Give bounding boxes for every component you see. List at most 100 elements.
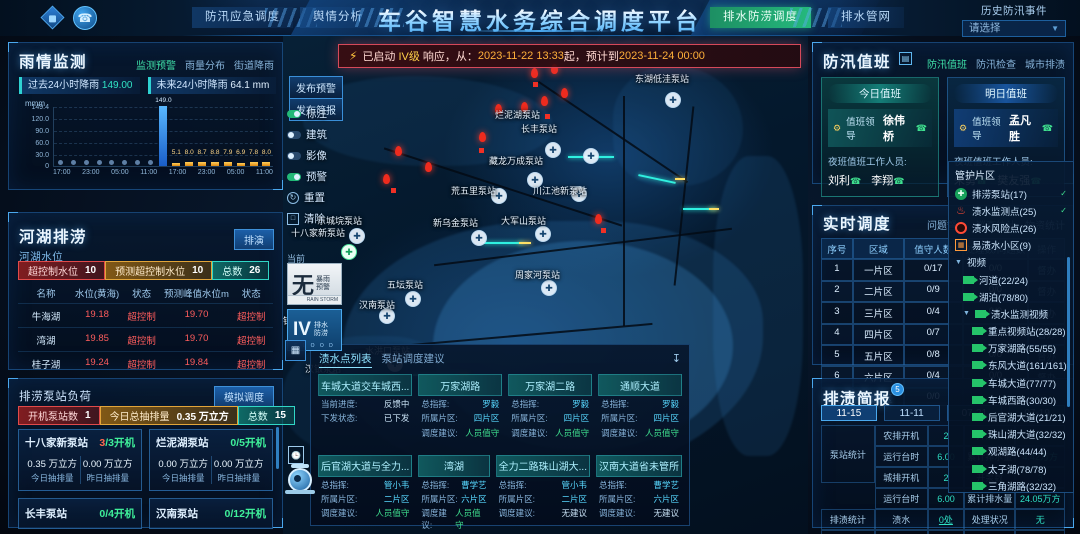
map-label-station: 东湖低洼泵站: [635, 74, 690, 84]
map-pin-station[interactable]: ✚: [471, 230, 487, 246]
rainstorm-warning-badge: 无 暴雨 预警 RAIN STORM: [287, 263, 342, 305]
camera-icon: [972, 327, 987, 336]
tab-city-drainage[interactable]: 城市排渍: [1025, 56, 1065, 71]
tab-flood-point-list[interactable]: 渍水点列表: [319, 351, 372, 368]
field-key: 总指挥:: [421, 479, 450, 490]
flood-badge-sub1: 排水: [313, 321, 328, 329]
legend-group-flood-video[interactable]: ▼ 渍水监测视频: [955, 305, 1073, 322]
map-legend-panel[interactable]: 管护片区 ✚ 排涝泵站(17) ✓ ♨ 渍水监测点(25) ✓ 渍水风险点(26…: [948, 161, 1074, 493]
brief-key: 城排开机: [874, 467, 928, 488]
history-event-dropdown[interactable]: 请选择 ▼: [962, 20, 1066, 37]
map-toggle-markers-label: 标注: [306, 108, 327, 120]
map-pin-station[interactable]: ✚: [535, 226, 551, 242]
phone-circle-icon[interactable]: ☎: [73, 6, 97, 30]
calendar-icon[interactable]: ▤: [899, 52, 912, 65]
pump-station-card[interactable]: 烂泥湖泵站 0/5开机 0.00 万立方 今日抽排量 0.00 万立方 昨日抽排…: [149, 429, 273, 491]
legend-item-label: 渍水监测点(25): [972, 206, 1037, 218]
phone-icon[interactable]: ☎: [916, 123, 927, 134]
map-toggle-markers[interactable]: 标注: [287, 106, 327, 121]
flood-point-card[interactable]: 湾湖 总指挥: 曹学艺 所属片区: 六片区 调度建议: 人员值守: [418, 454, 490, 532]
legend-item-checheng-west[interactable]: 车城西路(30/30): [955, 391, 1073, 408]
field-key: 调度建议:: [601, 427, 638, 438]
simulate-dispatch-button[interactable]: 模拟调度: [214, 386, 274, 407]
pump-station-card[interactable]: 十八家新泵站 3/3开机 0.35 万立方 今日抽排量 0.00 万立方 昨日抽…: [18, 429, 142, 491]
tab-street-rain[interactable]: 街道降雨: [234, 57, 274, 72]
table-row[interactable]: 桂子湖 19.24 超控制 19.84 超控制: [18, 351, 273, 375]
legend-item-risk-point[interactable]: 渍水风险点(26): [955, 219, 1073, 236]
flood-point-card[interactable]: 全力二路珠山湖大... 总指挥: 管小韦 所属片区: 二片区 调度建议: 无建议: [495, 454, 590, 532]
legend-item-lake-video[interactable]: 湖泊(78/80): [955, 288, 1073, 305]
river-table-header: 名称 水位(黄海) 状态 预测峰值水位m 状态: [18, 285, 273, 303]
map-pin-pump-active[interactable]: ✚: [341, 244, 357, 260]
today-night-names: 刘利☎ 李翔☎: [828, 172, 932, 188]
pump-station-card[interactable]: 长丰泵站 0/4开机: [18, 498, 142, 529]
legend-item-key-video[interactable]: 重点视频站(28/28): [955, 323, 1073, 340]
legend-item-guanhu-road[interactable]: 观湖路(44/44): [955, 443, 1073, 460]
map-layers-button[interactable]: ▦: [285, 340, 306, 361]
tomorrow-duty-lead: ⚙ 值班领导 孟凡胜 ☎: [954, 109, 1058, 147]
brief-date-tab[interactable]: 11-15: [821, 405, 877, 421]
map-pin-station[interactable]: ✚: [665, 92, 681, 108]
flood-point-card[interactable]: 通顺大道 总指挥: 罗毅 所属片区: 四片区 调度建议: 人员值守: [598, 374, 682, 439]
legend-item-zhushanhu-ave[interactable]: 珠山湖大道(32/32): [955, 426, 1073, 443]
legend-item-taizihu[interactable]: 太子湖(78/78): [955, 460, 1073, 477]
flood-point-card[interactable]: 万家湖路 总指挥: 罗毅 所属片区: 四片区 调度建议: 人员值守: [418, 374, 503, 439]
today-duty-header: 今日值班: [828, 84, 932, 103]
pump-station-card[interactable]: 汉南泵站 0/12开机: [149, 498, 273, 529]
future-24h-rain-value: 64.1 mm: [230, 80, 270, 91]
pump-list-scrollbar[interactable]: [276, 427, 279, 469]
legend-group-video[interactable]: ▼ 视频: [955, 254, 1073, 271]
map-pin-station[interactable]: ✚: [349, 228, 365, 244]
tab-monitor-warning[interactable]: 监测预警: [136, 57, 176, 72]
legend-item-dongfeng-ave[interactable]: 东风大道(161/161): [955, 357, 1073, 374]
legend-item-checheng-ave[interactable]: 车城大道(77/77): [955, 374, 1073, 391]
tab-rain-distribution[interactable]: 雨量分布: [185, 57, 225, 72]
flood-point-card[interactable]: 车城大道交车城西... 当前进度: 反馈中 下发状态: 已下发: [318, 374, 413, 439]
tab-pump-suggestion[interactable]: 泵站调度建议: [382, 351, 445, 368]
field-key: 所属片区:: [421, 413, 458, 424]
map-pin-station[interactable]: ✚: [405, 291, 421, 307]
map-toggle-buildings[interactable]: 建筑: [287, 127, 327, 142]
legend-item-sanjiaohu-road[interactable]: 三角湖路(32/32): [955, 477, 1073, 492]
tab-flood-inspect[interactable]: 防汛检查: [976, 56, 1016, 71]
brief-group-work: 工情统计: [821, 530, 875, 534]
download-icon[interactable]: ↧: [672, 352, 681, 365]
flood-point-card[interactable]: 汉南大道省未管所 总指挥: 曹学艺 所属片区: 六片区 调度建议: 无建议: [596, 454, 682, 532]
tab-flood-duty[interactable]: 防汛值班: [927, 56, 967, 71]
rehearse-button[interactable]: 排演: [234, 229, 274, 250]
legend-item-community[interactable]: ▦ 易渍水小区(9): [955, 237, 1073, 254]
legend-item-pump-station[interactable]: ✚ 排涝泵站(17) ✓: [955, 185, 1073, 202]
phone-icon[interactable]: ☎: [893, 176, 904, 186]
history-event-label: 历史防汛事件: [981, 5, 1047, 17]
toggle-switch-icon: [287, 130, 301, 139]
map-toggle-warning[interactable]: 预警: [287, 169, 327, 184]
legend-item-river-video[interactable]: 河道(22/24): [955, 271, 1073, 288]
nav-tab-pipenet[interactable]: 排水管网: [828, 7, 904, 28]
map-toggle-imagery[interactable]: 影像: [287, 148, 327, 163]
field-value: 管小韦: [383, 479, 410, 490]
legend-item-wanjiahu-road[interactable]: 万家湖路(55/55): [955, 340, 1073, 357]
legend-item-houguanhu-ave[interactable]: 后官湖大道(21/21): [955, 408, 1073, 425]
phone-icon[interactable]: ☎: [1042, 123, 1053, 134]
publish-warning-button[interactable]: 发布预警: [289, 76, 343, 99]
today-total-drain-stat: 今日总抽排量 0.35 万立方: [99, 406, 238, 425]
table-row[interactable]: 牛海湖 19.18 超控制 19.70 超控制: [18, 303, 273, 327]
camera-icon: [972, 430, 987, 439]
map-pin-station[interactable]: ✚: [541, 280, 557, 296]
legend-item-label: 后官湖大道(21/21): [988, 413, 1066, 425]
assistant-robot-icon[interactable]: [285, 462, 315, 502]
map-clear-button[interactable]: □ 清除: [287, 211, 325, 226]
map-reset-button[interactable]: ↻ 重置: [287, 190, 325, 205]
legend-item-water-monitor[interactable]: ♨ 渍水监测点(25) ✓: [955, 202, 1073, 219]
flood-point-card[interactable]: 万家湖二路 总指挥: 罗毅 所属片区: 四片区 调度建议: 人员值守: [508, 374, 593, 439]
map-pin-station[interactable]: ✚: [545, 142, 561, 158]
legend-scrollbar[interactable]: [1067, 257, 1070, 407]
legend-item-label: 万家湖路(55/55): [988, 344, 1057, 356]
flood-point-cards-row1: 车城大道交车城西... 当前进度: 反馈中 下发状态: 已下发 万家湖路 总指挥: 罗…: [311, 371, 689, 439]
phone-icon[interactable]: ☎: [850, 176, 861, 186]
x-tick: 23:00: [82, 169, 100, 176]
flood-point-card[interactable]: 后官湖大道与全力... 总指挥: 管小韦 所属片区: 二片区 调度建议: 人员值守: [318, 454, 413, 532]
brief-date-tab[interactable]: 11-11: [883, 405, 940, 421]
map-pin-station[interactable]: ✚: [583, 148, 599, 164]
table-row[interactable]: 湾湖 19.85 超控制 19.70 超控制: [18, 327, 273, 351]
